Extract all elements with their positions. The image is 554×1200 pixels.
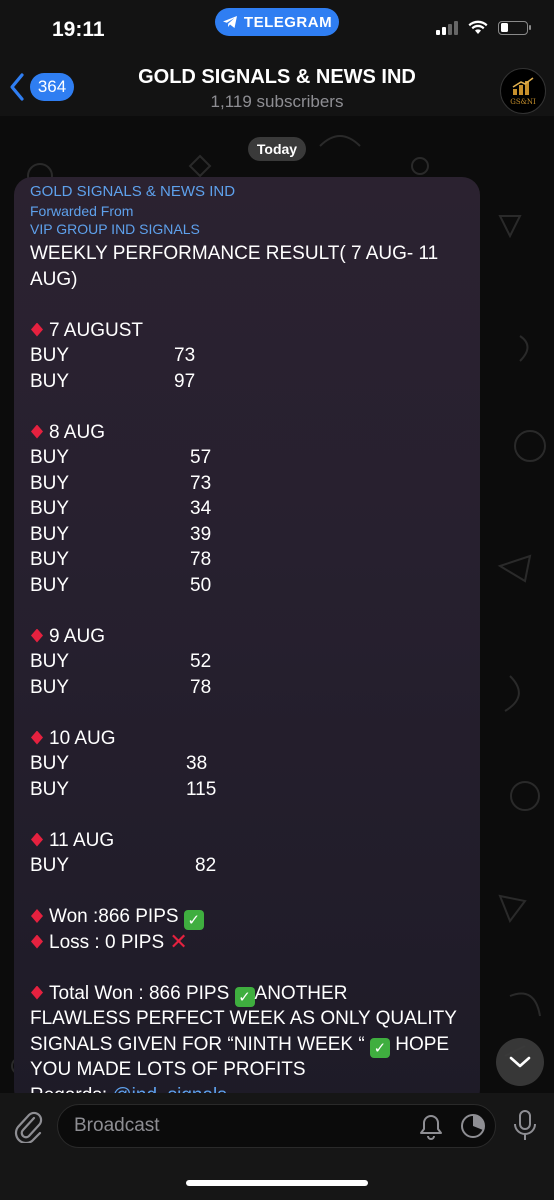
attach-button[interactable] bbox=[14, 1109, 44, 1148]
signal-row: BUY 38 bbox=[30, 753, 208, 774]
wifi-icon bbox=[468, 20, 488, 34]
cellular-signal-icon bbox=[436, 20, 458, 35]
signal-row: BUY 78 bbox=[30, 549, 212, 570]
loss-summary: Loss : 0 PIPS ✕ bbox=[30, 930, 460, 956]
day-header: 7 AUGUST bbox=[30, 318, 460, 344]
top-bar: 19:11 TELEGRAM 364 GOLD SIGNALS & NEWS I… bbox=[0, 0, 554, 116]
red-diamond-icon bbox=[31, 934, 43, 949]
mute-toggle-button[interactable] bbox=[418, 1113, 444, 1146]
day-header: 11 AUG bbox=[30, 828, 460, 854]
message-bubble[interactable]: GOLD SIGNALS & NEWS IND Forwarded From V… bbox=[14, 177, 480, 1107]
check-mark-icon: ✓ bbox=[234, 986, 255, 1007]
scroll-to-bottom-button[interactable] bbox=[496, 1038, 544, 1086]
signal-row: BUY 97 bbox=[30, 370, 196, 392]
total-summary-line-2: FLAWLESS PERFECT WEEK AS ONLY QUALITY bbox=[30, 1008, 457, 1029]
channel-avatar[interactable]: GS&NI bbox=[500, 68, 546, 114]
status-time: 19:11 bbox=[52, 18, 105, 41]
red-diamond-icon bbox=[31, 628, 43, 643]
forwarded-label: Forwarded From bbox=[30, 203, 134, 219]
channel-subscribers: 1,119 subscribers bbox=[210, 92, 344, 111]
channel-logo-text: GS&NI bbox=[510, 97, 536, 106]
status-icons bbox=[436, 20, 531, 35]
auto-delete-timer-button[interactable] bbox=[459, 1112, 487, 1145]
message-heading-line-1: WEEKLY PERFORMANCE RESULT( 7 AUG- 11 bbox=[30, 243, 439, 264]
telegram-pill[interactable]: TELEGRAM bbox=[215, 8, 339, 36]
channel-logo-icon bbox=[512, 76, 534, 95]
signal-row: BUY 78 bbox=[30, 676, 212, 698]
timer-icon bbox=[461, 1114, 485, 1138]
signal-row: BUY 52 bbox=[30, 651, 212, 672]
red-diamond-icon bbox=[31, 730, 43, 745]
voice-message-button[interactable] bbox=[512, 1109, 538, 1148]
day-header: 9 AUG bbox=[30, 624, 460, 650]
check-mark-icon: ✓ bbox=[183, 910, 204, 930]
total-summary-line-4: YOU MADE LOTS OF PROFITS bbox=[30, 1059, 306, 1080]
signal-row: BUY 115 bbox=[30, 778, 217, 800]
paperclip-icon bbox=[14, 1111, 43, 1145]
signal-row: BUY 57 bbox=[30, 447, 212, 468]
red-diamond-icon bbox=[31, 424, 43, 439]
signal-row: BUY 34 bbox=[30, 498, 212, 519]
signal-row: BUY 50 bbox=[30, 574, 212, 596]
channel-title[interactable]: GOLD SIGNALS & NEWS IND bbox=[0, 66, 554, 89]
won-summary: Won :866 PIPS ✓ bbox=[30, 904, 460, 930]
total-summary-line-1: Total Won : 866 PIPS ✓ ANOTHER bbox=[30, 981, 460, 1007]
signal-row: BUY 39 bbox=[30, 523, 212, 545]
cross-mark-icon: ✕ bbox=[169, 929, 188, 955]
telegram-pill-label: TELEGRAM bbox=[243, 13, 333, 31]
signal-row: BUY 73 bbox=[30, 345, 196, 366]
check-mark-icon: ✓ bbox=[369, 1037, 390, 1058]
signal-row: BUY 73 bbox=[30, 472, 212, 494]
forwarded-source[interactable]: VIP GROUP IND SIGNALS bbox=[30, 221, 200, 237]
day-header: 8 AUG bbox=[30, 420, 460, 446]
red-diamond-icon bbox=[31, 322, 43, 337]
telegram-icon bbox=[222, 16, 237, 28]
red-diamond-icon bbox=[31, 985, 43, 1000]
red-diamond-icon bbox=[31, 909, 43, 923]
signal-row: BUY 82 bbox=[30, 855, 217, 876]
bell-icon bbox=[420, 1115, 442, 1140]
day-header: 10 AUG bbox=[30, 726, 460, 752]
microphone-icon bbox=[514, 1110, 536, 1140]
message-heading-line-2: AUG) bbox=[30, 268, 78, 290]
message-body: WEEKLY PERFORMANCE RESULT( 7 AUG- 11 AUG… bbox=[30, 241, 460, 1107]
red-diamond-icon bbox=[31, 832, 43, 847]
battery-icon bbox=[498, 20, 531, 35]
chevron-down-icon bbox=[509, 1056, 531, 1068]
home-indicator[interactable] bbox=[186, 1180, 368, 1186]
message-author[interactable]: GOLD SIGNALS & NEWS IND bbox=[30, 183, 235, 200]
date-separator: Today bbox=[248, 137, 306, 161]
total-summary-line-3: SIGNALS GIVEN FOR “NINTH WEEK “ ✓ HOPE bbox=[30, 1033, 450, 1058]
